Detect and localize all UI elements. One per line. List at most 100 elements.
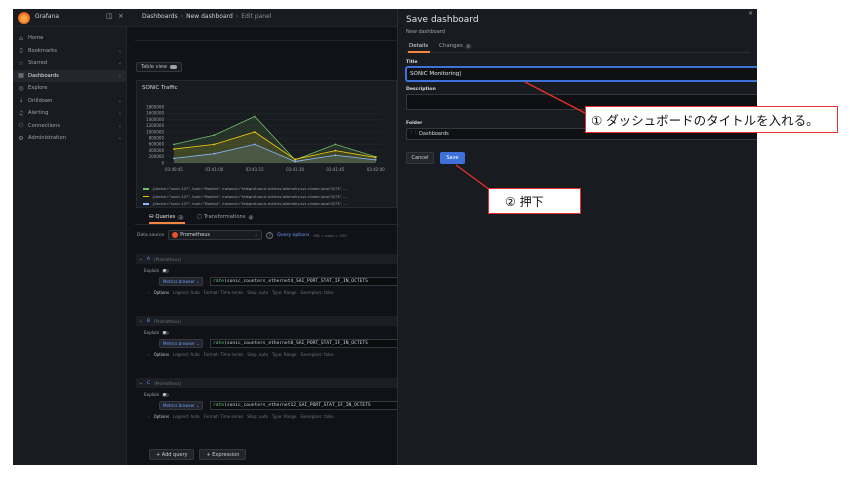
query-header[interactable]: ⌄ A (Prometheus) (136, 254, 397, 264)
sidebar-item-alerting[interactable]: ♫ Alerting ⌄ (13, 107, 126, 120)
chevron-down-icon[interactable]: ⌄ (139, 257, 143, 262)
query-options-row[interactable]: › Options Legend: Auto Format: Time series S… (148, 290, 334, 295)
promql-expression: (sonic_counters_ethernet4_SAI_PORT_STAT_… (224, 279, 368, 284)
sidebar-item-bookmarks[interactable]: ▯ Bookmarks ⌄ (13, 45, 126, 58)
close-icon[interactable]: × (748, 10, 753, 17)
tab-changes[interactable]: Changes 9 (439, 43, 472, 49)
data-point[interactable] (334, 143, 337, 146)
query-options-row[interactable]: › Options Legend: Auto Format: Time series S… (148, 352, 334, 357)
promql-input[interactable]: rate (sonic_counters_ethernet8_SAI_PORT_S… (210, 339, 397, 348)
query-ref-id[interactable]: A (147, 257, 150, 262)
sidebar-item-drilldown[interactable]: ⇣ Drilldown ⌄ (13, 95, 126, 108)
gear-icon: ⚙ (18, 134, 24, 142)
help-icon[interactable]: ? (266, 231, 274, 239)
sidebar-item-connections[interactable]: ⚇ Connections ⌄ (13, 120, 126, 133)
add-expression-button[interactable]: + Expression (199, 449, 247, 460)
sidebar-item-starred[interactable]: ☆ Starred ⌄ (13, 57, 126, 70)
grid-icon: ▦ (18, 72, 24, 80)
tab-transformations[interactable]: ▢ Transformations 0 (197, 214, 255, 220)
explain-toggle[interactable]: Explain (144, 330, 170, 335)
legend-item[interactable]: {device="sonic-107", host="Monitor", ins… (143, 195, 347, 199)
table-view-toggle[interactable]: Table view (136, 62, 183, 72)
data-point[interactable] (253, 115, 256, 118)
chevron-down-icon[interactable]: ⌄ (139, 381, 143, 386)
metrics-browser-button[interactable]: Metrics browser ⌄ (159, 277, 204, 286)
query-datasource: (Prometheus) (154, 256, 182, 262)
chevron-down-icon[interactable]: ⌄ (118, 135, 122, 141)
data-point[interactable] (294, 158, 296, 161)
datasource-select[interactable]: Prometheus ⌄ (168, 230, 263, 240)
tab-transformations-label: Transformations (203, 214, 246, 220)
data-point[interactable] (253, 143, 256, 146)
chevron-down-icon[interactable]: ⌄ (118, 110, 122, 116)
query-options-button[interactable]: Query options (277, 233, 309, 238)
promql-input[interactable]: rate (sonic_counters_ethernet4_SAI_PORT_S… (210, 277, 397, 286)
folder-label: Folder (406, 121, 423, 126)
chevron-down-icon[interactable]: ⌄ (118, 123, 122, 129)
query-header[interactable]: ⌄ C (Prometheus) (136, 378, 397, 388)
data-point[interactable] (374, 156, 377, 159)
explain-toggle[interactable]: Explain (144, 268, 170, 273)
grafana-logo-icon[interactable] (18, 12, 30, 24)
title-input-value: SONiC Monitoring (410, 71, 460, 77)
drilldown-icon: ⇣ (18, 97, 24, 105)
legend-item[interactable]: {device="sonic-107", host="Monitor", ins… (143, 187, 347, 191)
dock-menu-icon[interactable]: ◫ (106, 12, 113, 20)
folder-icon: 🗀 (411, 130, 417, 136)
data-point[interactable] (213, 152, 216, 155)
y-tick-label: 1000000 (146, 129, 164, 134)
home-icon: ⌂ (19, 34, 23, 42)
chevron-right-icon: › (148, 414, 150, 419)
query-ref-id[interactable]: C (147, 381, 150, 386)
legend-item[interactable]: {device="sonic-107", host="Monitor", ins… (143, 202, 347, 206)
save-button[interactable]: Save (440, 152, 465, 164)
y-tick-label: 1800000 (146, 105, 164, 110)
query-row-a: ⌄ A (Prometheus) Explain Metrics browser ⌄ ra… (136, 254, 397, 312)
sidebar-item-label: Administration (28, 135, 66, 142)
type-option: Type: Range (272, 352, 297, 357)
chevron-down-icon[interactable]: ⌄ (118, 73, 122, 79)
sidebar-item-label: Dashboards (28, 72, 59, 79)
data-point[interactable] (213, 143, 216, 146)
tab-details[interactable]: Details (409, 43, 428, 49)
promql-input[interactable]: rate (sonic_counters_ethernet12_SAI_PORT_… (210, 401, 397, 410)
metrics-browser-button[interactable]: Metrics browser ⌄ (159, 401, 204, 410)
data-point[interactable] (213, 134, 216, 136)
query-ref-id[interactable]: B (147, 319, 150, 324)
data-point[interactable] (334, 154, 337, 157)
chevron-down-icon[interactable]: ⌄ (118, 48, 122, 54)
sidebar-item-dashboards[interactable]: ▦ Dashboards ⌄ (13, 69, 126, 82)
cancel-button[interactable]: Cancel (406, 152, 434, 164)
panel-title: SONiC Traffic (142, 85, 178, 91)
sidebar-item-explore[interactable]: ◎ Explore (13, 82, 126, 95)
add-query-row: + Add query + Expression (149, 449, 247, 460)
data-point[interactable] (374, 159, 377, 161)
sidebar-item-administration[interactable]: ⚙ Administration ⌄ (13, 132, 126, 145)
breadcrumb-dashboards[interactable]: Dashboards (142, 13, 178, 20)
title-input[interactable]: SONiC Monitoring | (406, 67, 757, 81)
sidebar-item-home[interactable]: ⌂ Home (13, 32, 126, 45)
annotation-callout-title: ① ダッシュボードのタイトルを入れる。 (585, 106, 838, 133)
chevron-down-icon[interactable]: ⌄ (139, 319, 143, 324)
metrics-browser-button[interactable]: Metrics browser ⌄ (159, 339, 204, 348)
breadcrumb-new-dashboard[interactable]: New dashboard (186, 13, 233, 20)
data-point[interactable] (173, 157, 175, 160)
add-query-button[interactable]: + Add query (149, 449, 195, 460)
chevron-right-icon: › (235, 13, 239, 20)
data-point[interactable] (173, 148, 175, 150)
data-point[interactable] (334, 149, 337, 152)
sidebar: ⌂ Home ▯ Bookmarks ⌄ ☆ Starred ⌄ ▦ Dashboards ⌄ ◎ Ex… (13, 27, 127, 465)
datasource-label: Data source (137, 232, 165, 238)
data-point[interactable] (253, 131, 256, 133)
tab-queries[interactable]: ⛁ Queries 3 (149, 214, 184, 220)
query-options-row[interactable]: › Options Legend: Auto Format: Time series S… (148, 414, 334, 419)
step-option: Step: auto (247, 414, 269, 419)
query-header[interactable]: ⌄ B (Prometheus) (136, 316, 397, 326)
close-menu-icon[interactable]: × (118, 12, 124, 20)
chevron-down-icon[interactable]: ⌄ (118, 60, 122, 66)
data-point[interactable] (294, 160, 296, 163)
chevron-down-icon[interactable]: ⌄ (118, 98, 122, 104)
data-point[interactable] (173, 143, 175, 146)
explain-toggle[interactable]: Explain (144, 392, 170, 397)
options-label: Options (153, 414, 170, 419)
